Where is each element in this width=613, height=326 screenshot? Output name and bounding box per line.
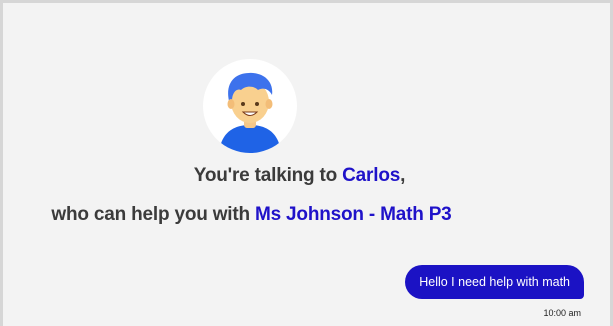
user-avatar-icon (219, 72, 281, 153)
agent-avatar (203, 59, 297, 153)
chat-panel: You're talking to Carlos, who can help y… (0, 0, 613, 326)
agent-name: Carlos (342, 165, 401, 186)
subject-name: Ms Johnson - Math P3 (254, 204, 452, 225)
message-timestamp: 10:00 am (543, 308, 581, 318)
user-message-bubble: Hello I need help with math (405, 265, 584, 299)
intro-prefix-text: You're talking to (193, 165, 343, 186)
agent-subject-line: who can help you with Ms Johnson - Math … (0, 204, 555, 226)
intro-suffix-text: , (400, 165, 406, 186)
agent-intro-line: You're talking to Carlos, (0, 165, 603, 187)
help-prefix-text: who can help you with (51, 204, 255, 225)
